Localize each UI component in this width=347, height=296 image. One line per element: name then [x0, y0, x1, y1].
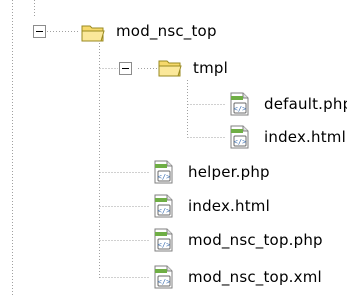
tree-node-label: mod_nsc_top.php — [188, 231, 323, 249]
html-file-icon: </> — [230, 125, 249, 149]
tree-node-helper-php[interactable]: </> helper.php — [150, 157, 270, 187]
tree-node-label: default.php — [264, 95, 347, 113]
tree-node-label: index.html — [264, 128, 346, 146]
tree-node-mod-nsc-top[interactable]: mod_nsc_top — [80, 16, 217, 46]
xml-file-icon: </> — [154, 265, 173, 289]
php-file-icon: </> — [154, 228, 173, 252]
tree-node-tmpl[interactable]: tmpl — [157, 53, 228, 83]
file-tree: mod_nsc_top tmpl </> default.php </> ind… — [0, 0, 347, 296]
tree-node-label: mod_nsc_top — [116, 22, 217, 40]
folder-open-icon — [158, 60, 182, 77]
svg-text:</>: </> — [158, 241, 171, 249]
php-file-icon: </> — [230, 92, 249, 116]
html-file-icon: </> — [154, 194, 173, 218]
svg-text:</>: </> — [234, 105, 247, 113]
svg-text:</>: </> — [158, 173, 171, 181]
svg-text:</>: </> — [234, 138, 247, 146]
svg-text:</>: </> — [158, 278, 171, 286]
collapse-toggle-icon[interactable] — [33, 25, 46, 38]
tree-node-label: mod_nsc_top.xml — [188, 268, 322, 286]
tree-node-mod-nsc-top-xml[interactable]: </> mod_nsc_top.xml — [150, 262, 322, 292]
tree-node-default-php[interactable]: </> default.php — [226, 89, 347, 119]
svg-text:</>: </> — [158, 207, 171, 215]
tree-node-mod-nsc-top-php[interactable]: </> mod_nsc_top.php — [150, 225, 323, 255]
tree-node-label: tmpl — [193, 59, 228, 77]
tree-node-index-html[interactable]: </> index.html — [226, 122, 346, 152]
php-file-icon: </> — [154, 160, 173, 184]
tree-node-index-html[interactable]: </> index.html — [150, 191, 270, 221]
folder-open-icon — [81, 25, 105, 42]
tree-node-label: helper.php — [188, 163, 270, 181]
collapse-toggle-icon[interactable] — [119, 62, 132, 75]
tree-node-label: index.html — [188, 197, 270, 215]
